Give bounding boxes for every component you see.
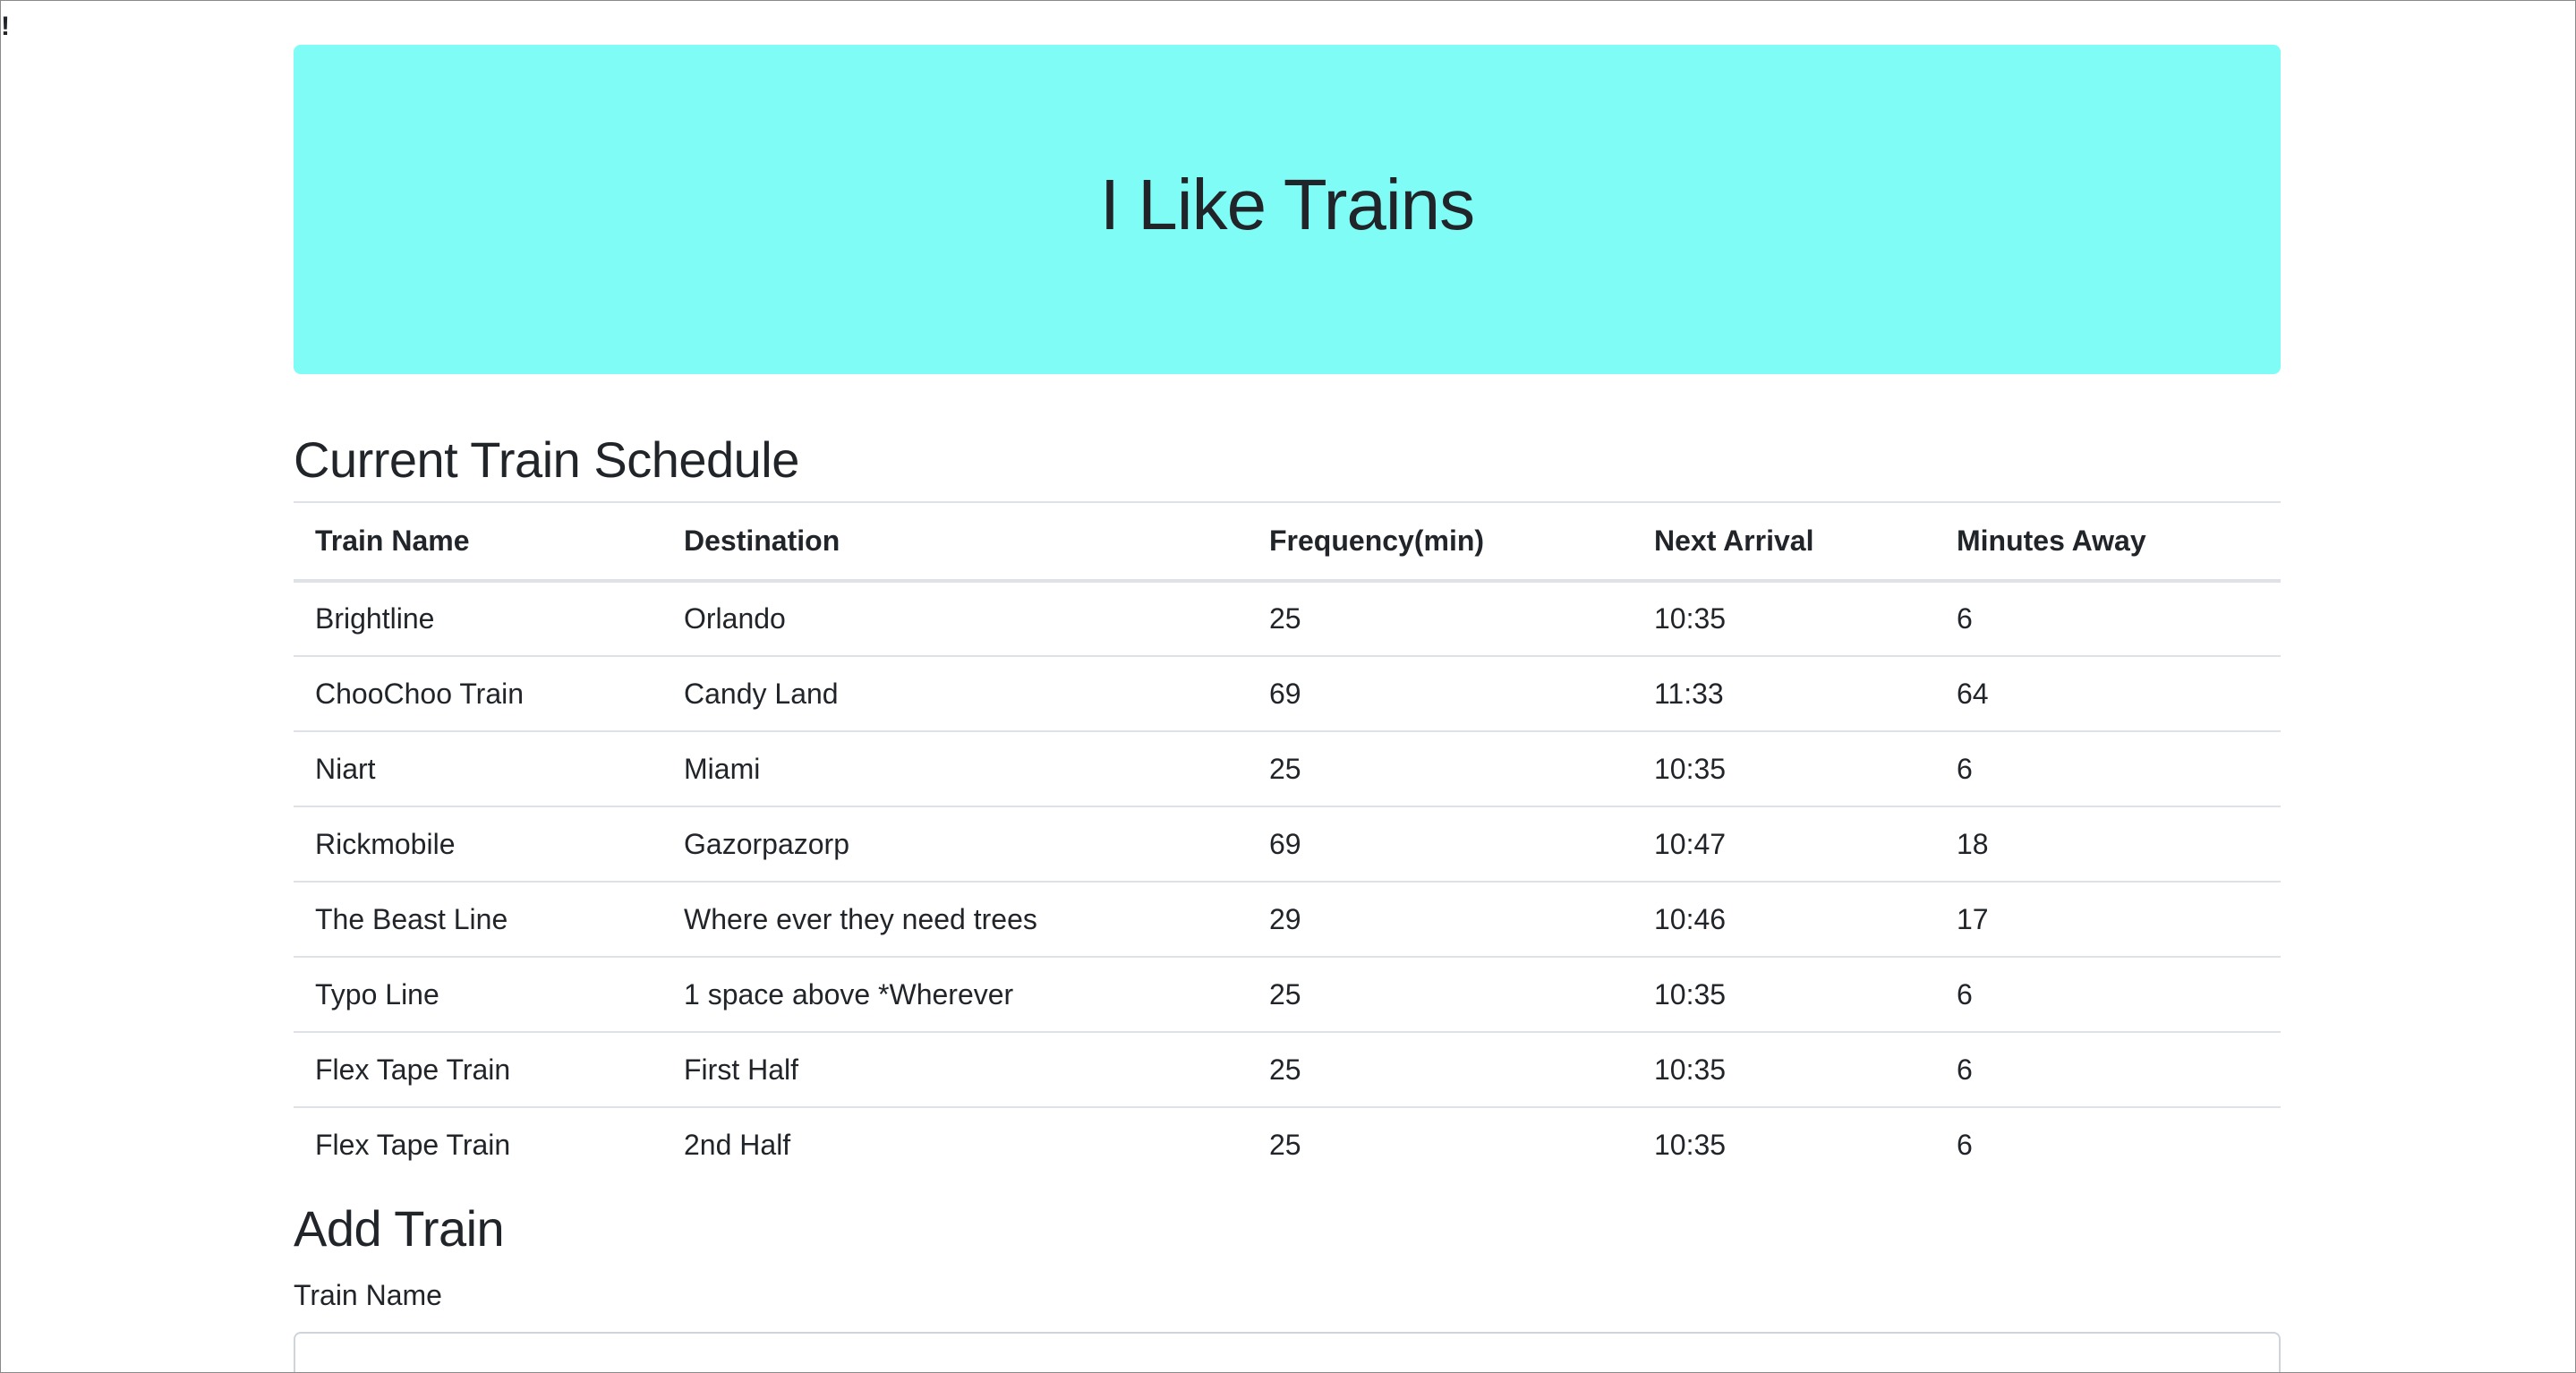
cell-train-name: Brightline [315,602,435,635]
cell-train-name: Typo Line [294,956,662,1032]
cell-frequency: 69 [1248,655,1633,731]
cell-next-arrival: 10:35 [1633,956,1935,1032]
cell-destination: Candy Land [662,655,1248,731]
table-row: Flex Tape Train 2nd Half 25 10:35 6 [294,1106,2281,1182]
cell-destination: First Half [662,1031,1248,1107]
cell-frequency: 25 [1269,602,1301,635]
cell-minutes-away: 64 [1935,655,2281,731]
cell-next-arrival: 10:35 [1633,730,1935,806]
column-header-next-arrival: Next Arrival [1633,501,1935,583]
cell-next-arrival: 10:35 [1633,1031,1935,1107]
train-schedule-table: Train Name Destination Frequency(min) Ne… [294,501,2281,1182]
cell-next-arrival: 10:35 [1633,1106,1935,1182]
column-header-destination: Destination [662,501,1248,583]
stray-text: ! [1,12,10,41]
cell-frequency: 25 [1248,1106,1633,1182]
cell-train-name: ChooChoo Train [294,655,662,731]
table-row: Rickmobile Gazorpazorp 69 10:47 18 [294,806,2281,882]
cell-minutes-away: 18 [1935,806,2281,882]
header-banner: I Like Trains [294,45,2281,374]
cell-destination: 1 space above *Wherever [662,956,1248,1032]
cell-minutes-away: 6 [1935,1031,2281,1107]
train-name-label: Train Name [294,1279,442,1311]
cell-train-name: Rickmobile [294,806,662,882]
table-row: ChooChoo Train Candy Land 69 11:33 64 [294,655,2281,731]
cell-minutes-away: 17 [1935,881,2281,957]
cell-frequency: 25 [1248,1031,1633,1107]
cell-next-arrival: 10:47 [1633,806,1935,882]
cell-destination: 2nd Half [662,1106,1248,1182]
cell-frequency: 29 [1248,881,1633,957]
cell-destination: Gazorpazorp [662,806,1248,882]
cell-train-name: Niart [294,730,662,806]
cell-destination: Orlando [684,602,786,635]
cell-minutes-away: 6 [1957,602,1973,635]
cell-frequency: 25 [1248,956,1633,1032]
cell-frequency: 69 [1248,806,1633,882]
cell-frequency: 25 [1248,730,1633,806]
add-train-title: Add Train [294,1200,505,1257]
cell-minutes-away: 6 [1935,956,2281,1032]
cell-destination: Where ever they need trees [662,881,1248,957]
cell-train-name: Flex Tape Train [294,1031,662,1107]
cell-next-arrival: 10:46 [1633,881,1935,957]
table-row: Typo Line 1 space above *Wherever 25 10:… [294,956,2281,1032]
table-row: Niart Miami 25 10:35 6 [294,730,2281,806]
cell-train-name: The Beast Line [294,881,662,957]
cell-destination: Miami [662,730,1248,806]
table-row: Flex Tape Train First Half 25 10:35 6 [294,1031,2281,1107]
cell-next-arrival: 11:33 [1633,655,1935,731]
page-frame: ! I Like Trains Current Train Schedule T… [0,0,2576,1373]
page-title: I Like Trains [1099,165,1475,244]
schedule-title: Current Train Schedule [294,431,799,488]
column-header-train-name: Train Name [294,501,662,583]
cell-minutes-away: 6 [1935,1106,2281,1182]
column-header-minutes-away: Minutes Away [1935,501,2281,583]
cell-train-name: Flex Tape Train [294,1106,662,1182]
table-row: The Beast Line Where ever they need tree… [294,881,2281,957]
cell-minutes-away: 6 [1935,730,2281,806]
table-row: Brightline Orlando 25 10:35 6 [294,581,2281,656]
cell-next-arrival: 10:35 [1654,602,1727,635]
main-container: I Like Trains Current Train Schedule Tra… [294,45,2281,1372]
column-header-frequency: Frequency(min) [1248,501,1633,583]
train-name-input[interactable] [294,1332,2281,1372]
table-header-row: Train Name Destination Frequency(min) Ne… [294,501,2281,583]
